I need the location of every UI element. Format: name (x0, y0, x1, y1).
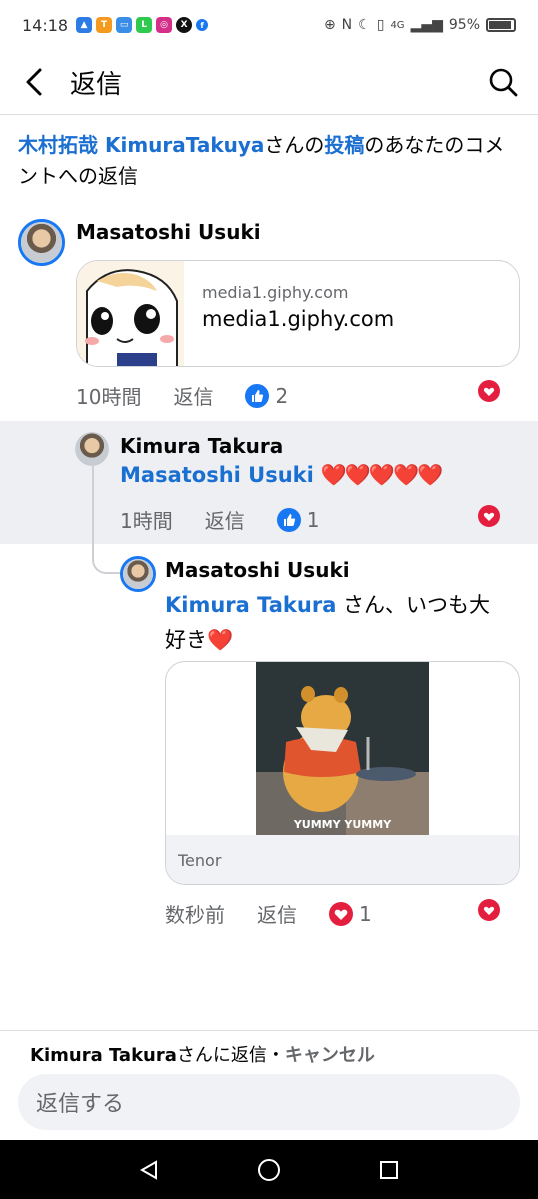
search-icon (489, 68, 518, 97)
link-domain: media1.giphy.com (202, 283, 349, 302)
comment-body: Masatoshi Usuki ❤️❤️❤️❤️❤️ (120, 458, 444, 493)
link-title: media1.giphy.com (202, 307, 395, 331)
comment-meta: 数秒前 返信 1 (165, 899, 404, 928)
system-nav-bar (0, 1140, 538, 1199)
back-arrow-icon (26, 68, 42, 96)
heart-reaction-icon (329, 901, 353, 926)
comment-author[interactable]: Masatoshi Usuki (165, 558, 350, 582)
comment-time: 10時間 (76, 385, 142, 409)
reply-target-suffix: さんに返信・ (176, 1045, 285, 1066)
comment-meta: 1時間 返信 1 (120, 505, 351, 534)
back-button[interactable] (0, 50, 70, 115)
reaction-count: 2 (275, 383, 289, 408)
back-triangle-icon[interactable] (138, 1159, 160, 1181)
signal-icon: ▂▄▆ (410, 17, 443, 33)
reaction-count: 1 (359, 901, 372, 926)
notification-icons: ▲ T ▭ L ◎ X f (76, 17, 209, 33)
heart-react-button[interactable] (478, 380, 500, 402)
winnie-the-pooh-gif (256, 662, 429, 835)
instagram-app-icon: ◎ (156, 17, 173, 33)
reply-context: 木村拓哉 KimuraTakuyaさんの投稿のあなたのコメントへの返信 (18, 130, 518, 192)
search-button[interactable] (468, 50, 538, 115)
avatar-photo (123, 559, 153, 589)
mention-link[interactable]: Kimura Takura (165, 593, 336, 617)
reply-link[interactable]: 返信 (205, 505, 245, 534)
system-indicators: ⊕ N ☾ ▯ 4G ▂▄▆ 95% (324, 17, 516, 33)
gif-image: YUMMY YUMMY (256, 662, 429, 835)
avatar[interactable] (18, 219, 65, 266)
comment-author[interactable]: Masatoshi Usuki (76, 220, 261, 244)
context-text-1: さんの (264, 133, 325, 157)
line-app-icon: L (136, 17, 153, 33)
mention-link[interactable]: Masatoshi Usuki (120, 463, 314, 487)
comment-body: Kimura Takura さん、いつも大好き❤️ (165, 588, 510, 658)
gif-attachment[interactable]: YUMMY YUMMY Tenor (165, 661, 520, 885)
battery-percent: 95% (448, 17, 480, 33)
moon-icon: ☾ (358, 17, 371, 33)
gif-caption: YUMMY YUMMY (293, 818, 392, 831)
reaction-summary[interactable]: 1 (276, 507, 352, 532)
status-bar: 14:18 ▲ T ▭ L ◎ X f ⊕ N ☾ ▯ 4G ▂▄▆ 95% (0, 0, 538, 50)
cancel-reply-button[interactable]: キャンセル (285, 1045, 375, 1066)
nfc-icon: N (341, 17, 353, 33)
reply-composer: Kimura Takuraさんに返信・キャンセル 返信する (0, 1030, 538, 1140)
avatar-photo (75, 432, 109, 466)
recent-apps-icon[interactable] (378, 1159, 400, 1181)
link-thumbnail (77, 261, 184, 366)
comment-time: 1時間 (120, 509, 173, 533)
like-reaction-icon (276, 507, 301, 532)
add-circle-icon: ⊕ (323, 17, 336, 33)
avatar-photo (21, 222, 62, 263)
avatar[interactable] (75, 432, 109, 466)
reply-link[interactable]: 返信 (173, 381, 213, 410)
top-app-bar: 返信 (0, 50, 538, 115)
comment-meta: 10時間 返信 2 (76, 381, 320, 410)
comment-text: ❤️❤️❤️❤️❤️ (320, 463, 444, 487)
status-time: 14:18 (22, 15, 69, 35)
reply-input[interactable]: 返信する (18, 1074, 520, 1130)
gif-source: Tenor (178, 851, 222, 870)
network-label: 4G (390, 19, 405, 31)
heart-react-button[interactable] (478, 505, 500, 527)
x-app-icon: X (176, 17, 193, 33)
gif-footer: Tenor (166, 835, 519, 884)
heart-react-button[interactable] (478, 899, 500, 921)
facebook-app-icon: f (196, 19, 209, 31)
comment-author[interactable]: Kimura Takura (120, 434, 283, 458)
reply-target-name: Kimura Takura (30, 1045, 177, 1066)
reply-link[interactable]: 返信 (257, 899, 297, 928)
tv-app-icon: ▭ (116, 17, 133, 33)
reaction-summary[interactable]: 1 (329, 901, 404, 926)
link-preview-card[interactable]: media1.giphy.com media1.giphy.com (76, 260, 520, 367)
like-reaction-icon (245, 383, 270, 408)
post-author-link[interactable]: 木村拓哉 KimuraTakuya (18, 133, 264, 157)
reaction-count: 1 (306, 507, 320, 532)
battery-icon (486, 18, 516, 32)
cartoon-thumbnail-image (77, 261, 184, 366)
page-title: 返信 (70, 69, 123, 100)
comment-time: 数秒前 (165, 903, 225, 927)
post-link[interactable]: 投稿 (324, 133, 364, 157)
temu-app-icon: T (96, 17, 113, 33)
home-circle-icon[interactable] (257, 1158, 281, 1182)
vibrate-icon: ▯ (376, 17, 385, 33)
avatar[interactable] (120, 556, 156, 592)
thread-connector (92, 466, 122, 574)
warning-app-icon: ▲ (76, 17, 93, 33)
reaction-summary[interactable]: 2 (245, 383, 320, 408)
reply-target-info: Kimura Takuraさんに返信・キャンセル (30, 1041, 375, 1067)
